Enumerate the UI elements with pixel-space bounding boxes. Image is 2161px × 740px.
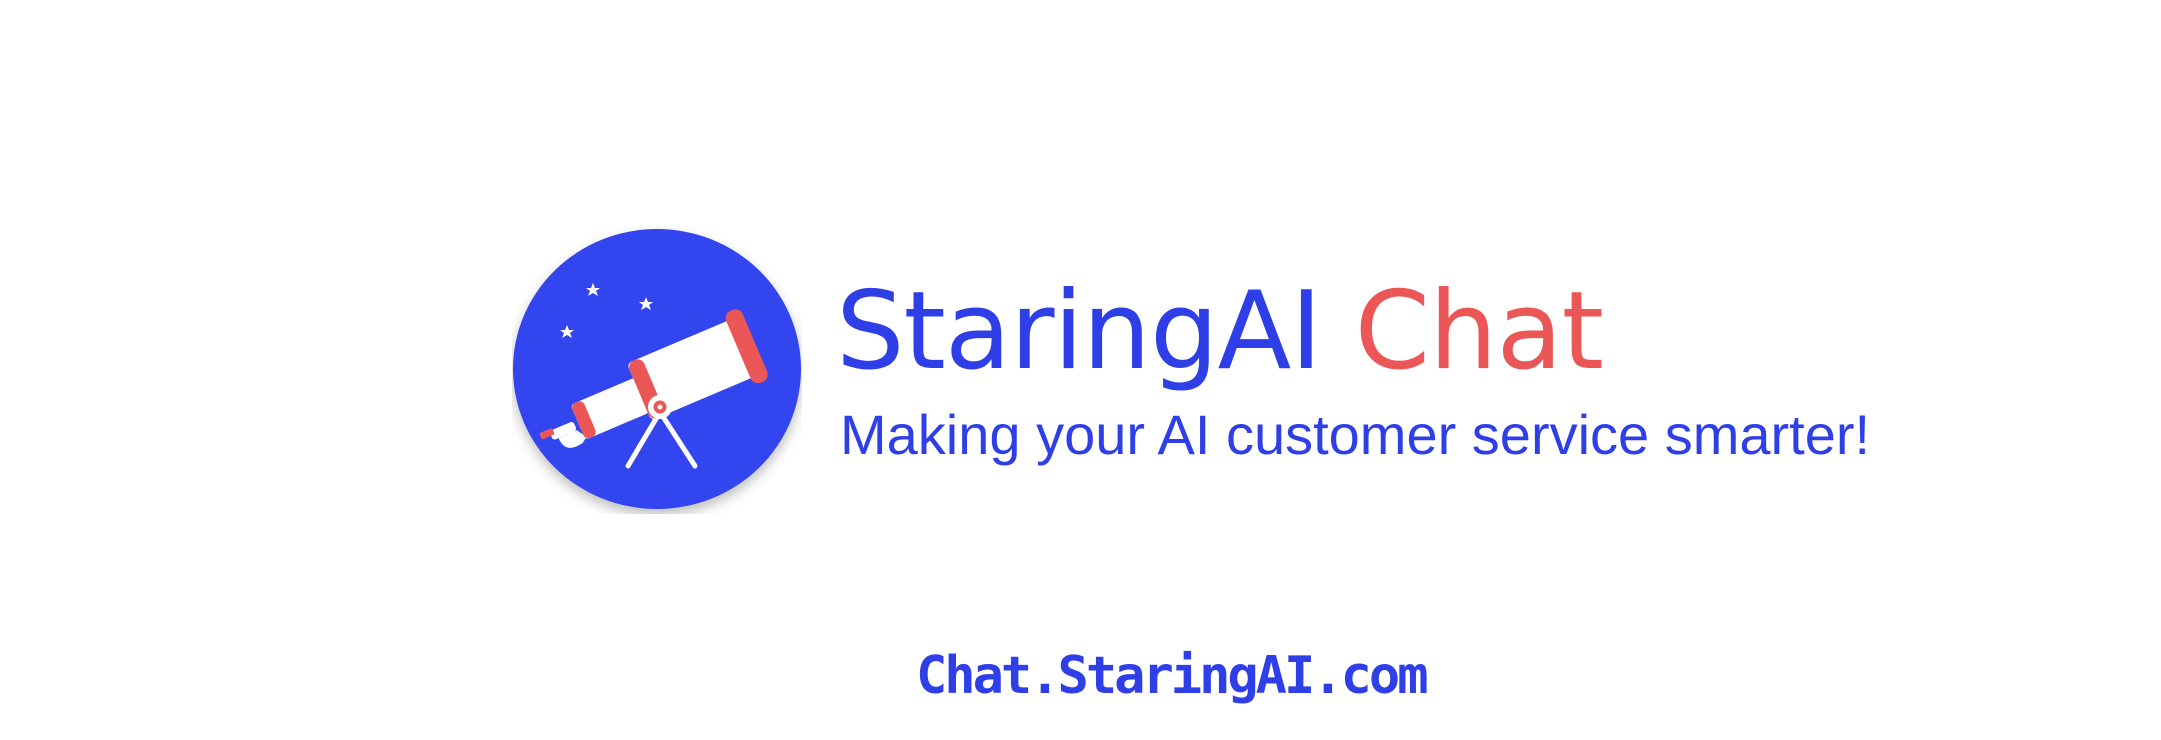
brand-accent-word: Chat bbox=[1354, 269, 1604, 394]
brand-name: StaringAI bbox=[836, 269, 1322, 394]
banner: StaringAI Chat Making your AI customer s… bbox=[0, 0, 2161, 740]
tagline: Making your AI customer service smarter! bbox=[840, 403, 1871, 466]
brand-title: StaringAI Chat bbox=[836, 278, 1604, 386]
site-url-link[interactable]: Chat.StaringAI.com bbox=[916, 647, 1429, 705]
logo bbox=[512, 224, 802, 514]
telescope-icon bbox=[513, 229, 801, 509]
